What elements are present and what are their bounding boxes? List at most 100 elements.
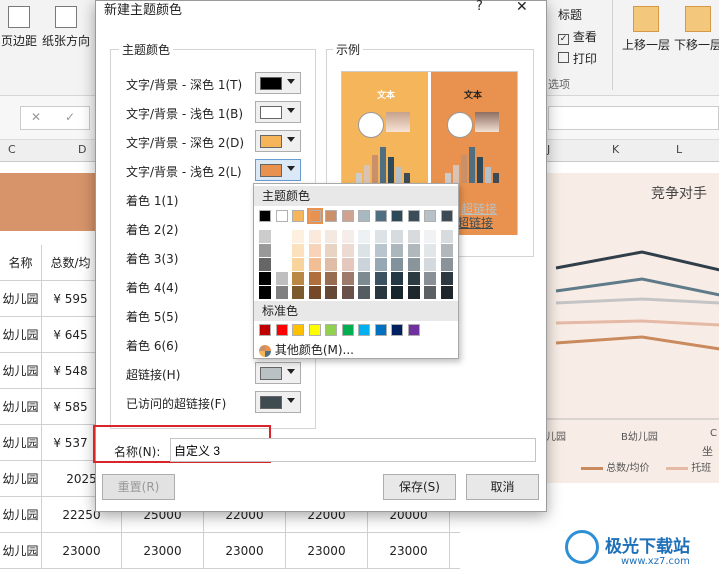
theme-shade-swatch[interactable] xyxy=(325,258,337,271)
theme-shade-swatch[interactable] xyxy=(292,230,304,243)
standard-color-swatch[interactable] xyxy=(374,324,387,336)
theme-shade-swatch[interactable] xyxy=(358,244,370,257)
theme-shade-swatch[interactable] xyxy=(341,230,354,243)
theme-shade-swatch[interactable] xyxy=(275,244,288,257)
confirm-icon[interactable]: ✓ xyxy=(65,110,75,124)
theme-shade-swatch[interactable] xyxy=(275,272,288,285)
theme-shade-swatch[interactable] xyxy=(424,286,436,299)
table-cell[interactable]: 总数/均 xyxy=(42,245,100,281)
theme-shade-swatch[interactable] xyxy=(292,286,304,299)
table-cell[interactable]: 名称 xyxy=(0,245,42,281)
help-button[interactable]: ? xyxy=(476,0,483,14)
close-button[interactable]: ✕ xyxy=(516,0,528,15)
save-button[interactable]: 保存(S) xyxy=(383,474,456,500)
table-cell[interactable]: 23000 xyxy=(204,533,286,569)
theme-shade-swatch[interactable] xyxy=(407,244,420,257)
col-header-k[interactable]: K xyxy=(612,143,619,156)
standard-color-swatch[interactable] xyxy=(341,324,354,336)
theme-shade-swatch[interactable] xyxy=(308,258,321,271)
col-header-l[interactable]: L xyxy=(676,143,682,156)
standard-color-swatch[interactable] xyxy=(308,324,321,336)
theme-shade-swatch[interactable] xyxy=(259,272,271,285)
theme-shade-swatch[interactable] xyxy=(391,286,403,299)
theme-shade-swatch[interactable] xyxy=(391,244,403,257)
margins-button[interactable]: 页边距 xyxy=(0,6,38,49)
theme-shade-swatch[interactable] xyxy=(358,272,370,285)
standard-color-swatch[interactable] xyxy=(292,324,304,336)
light1-color-button[interactable] xyxy=(255,101,301,123)
standard-color-swatch[interactable] xyxy=(358,324,370,336)
theme-shade-swatch[interactable] xyxy=(374,286,387,299)
theme-shade-swatch[interactable] xyxy=(259,286,271,299)
theme-shade-swatch[interactable] xyxy=(308,272,321,285)
theme-shade-swatch[interactable] xyxy=(275,258,288,271)
theme-shade-swatch[interactable] xyxy=(374,230,387,243)
table-cell[interactable]: ¥ 548 xyxy=(42,353,100,389)
theme-shade-swatch[interactable] xyxy=(325,230,337,243)
standard-color-swatch[interactable] xyxy=(259,324,271,336)
theme-shade-swatch[interactable] xyxy=(308,286,321,299)
theme-shade-swatch[interactable] xyxy=(292,258,304,271)
theme-shade-swatch[interactable] xyxy=(407,258,420,271)
theme-color-swatch[interactable] xyxy=(358,210,370,222)
dark2-color-button[interactable] xyxy=(255,130,301,152)
theme-shade-swatch[interactable] xyxy=(308,230,321,243)
theme-shade-swatch[interactable] xyxy=(391,272,403,285)
theme-shade-swatch[interactable] xyxy=(440,286,453,299)
standard-color-swatch[interactable] xyxy=(391,324,403,336)
theme-shade-swatch[interactable] xyxy=(440,258,453,271)
table-cell[interactable]: ¥ 537 xyxy=(42,425,100,461)
theme-shade-swatch[interactable] xyxy=(424,272,436,285)
theme-shade-swatch[interactable] xyxy=(440,244,453,257)
table-cell[interactable]: ¥ 595 xyxy=(42,281,100,317)
table-cell[interactable]: 幼儿园 xyxy=(0,497,42,533)
table-cell[interactable]: ¥ 585 xyxy=(42,389,100,425)
cancel-icon[interactable]: ✕ xyxy=(31,110,41,124)
theme-shade-swatch[interactable] xyxy=(407,286,420,299)
table-cell[interactable]: 幼儿园 xyxy=(0,425,42,461)
theme-color-swatch[interactable] xyxy=(306,208,323,224)
theme-shade-swatch[interactable] xyxy=(358,230,370,243)
table-cell[interactable]: 23000 xyxy=(286,533,368,569)
theme-shade-swatch[interactable] xyxy=(391,230,403,243)
table-cell[interactable]: 幼儿园 xyxy=(0,461,42,497)
theme-shade-swatch[interactable] xyxy=(275,286,288,299)
name-input[interactable] xyxy=(170,438,536,462)
more-colors-option[interactable]: 其他颜色(M)... xyxy=(259,341,354,358)
print-headings-check[interactable]: 打印 xyxy=(558,50,597,67)
theme-shade-swatch[interactable] xyxy=(292,244,304,257)
theme-shade-swatch[interactable] xyxy=(374,258,387,271)
theme-color-swatch[interactable] xyxy=(341,210,354,222)
table-cell[interactable]: 幼儿园 xyxy=(0,533,42,569)
theme-shade-swatch[interactable] xyxy=(259,230,271,243)
standard-color-swatch[interactable] xyxy=(325,324,337,336)
theme-shade-swatch[interactable] xyxy=(374,272,387,285)
col-header-j[interactable]: J xyxy=(547,143,550,156)
theme-color-swatch[interactable] xyxy=(374,210,387,222)
theme-shade-swatch[interactable] xyxy=(424,258,436,271)
theme-color-swatch[interactable] xyxy=(391,210,403,222)
table-cell[interactable]: ¥ 645 xyxy=(42,317,100,353)
cancel-button[interactable]: 取消 xyxy=(466,474,539,500)
theme-shade-swatch[interactable] xyxy=(259,244,271,257)
theme-shade-swatch[interactable] xyxy=(407,230,420,243)
theme-shade-swatch[interactable] xyxy=(440,272,453,285)
table-cell[interactable]: 23000 xyxy=(122,533,204,569)
view-headings-check[interactable]: ✓ 查看 xyxy=(558,28,597,45)
theme-color-swatch[interactable] xyxy=(424,210,436,222)
theme-color-swatch[interactable] xyxy=(325,210,337,222)
theme-shade-swatch[interactable] xyxy=(292,272,304,285)
theme-shade-swatch[interactable] xyxy=(440,230,453,243)
col-header-c[interactable]: C xyxy=(8,143,16,156)
theme-shade-swatch[interactable] xyxy=(374,244,387,257)
table-cell[interactable]: 幼儿园 xyxy=(0,317,42,353)
dark1-color-button[interactable] xyxy=(255,72,301,94)
theme-shade-swatch[interactable] xyxy=(341,258,354,271)
theme-shade-swatch[interactable] xyxy=(424,230,436,243)
theme-color-swatch[interactable] xyxy=(407,210,420,222)
theme-shade-swatch[interactable] xyxy=(341,286,354,299)
table-cell[interactable]: 23000 xyxy=(368,533,450,569)
hyperlink-color-button[interactable] xyxy=(255,362,301,384)
reset-button[interactable]: 重置(R) xyxy=(102,474,175,500)
theme-color-swatch[interactable] xyxy=(440,210,453,222)
